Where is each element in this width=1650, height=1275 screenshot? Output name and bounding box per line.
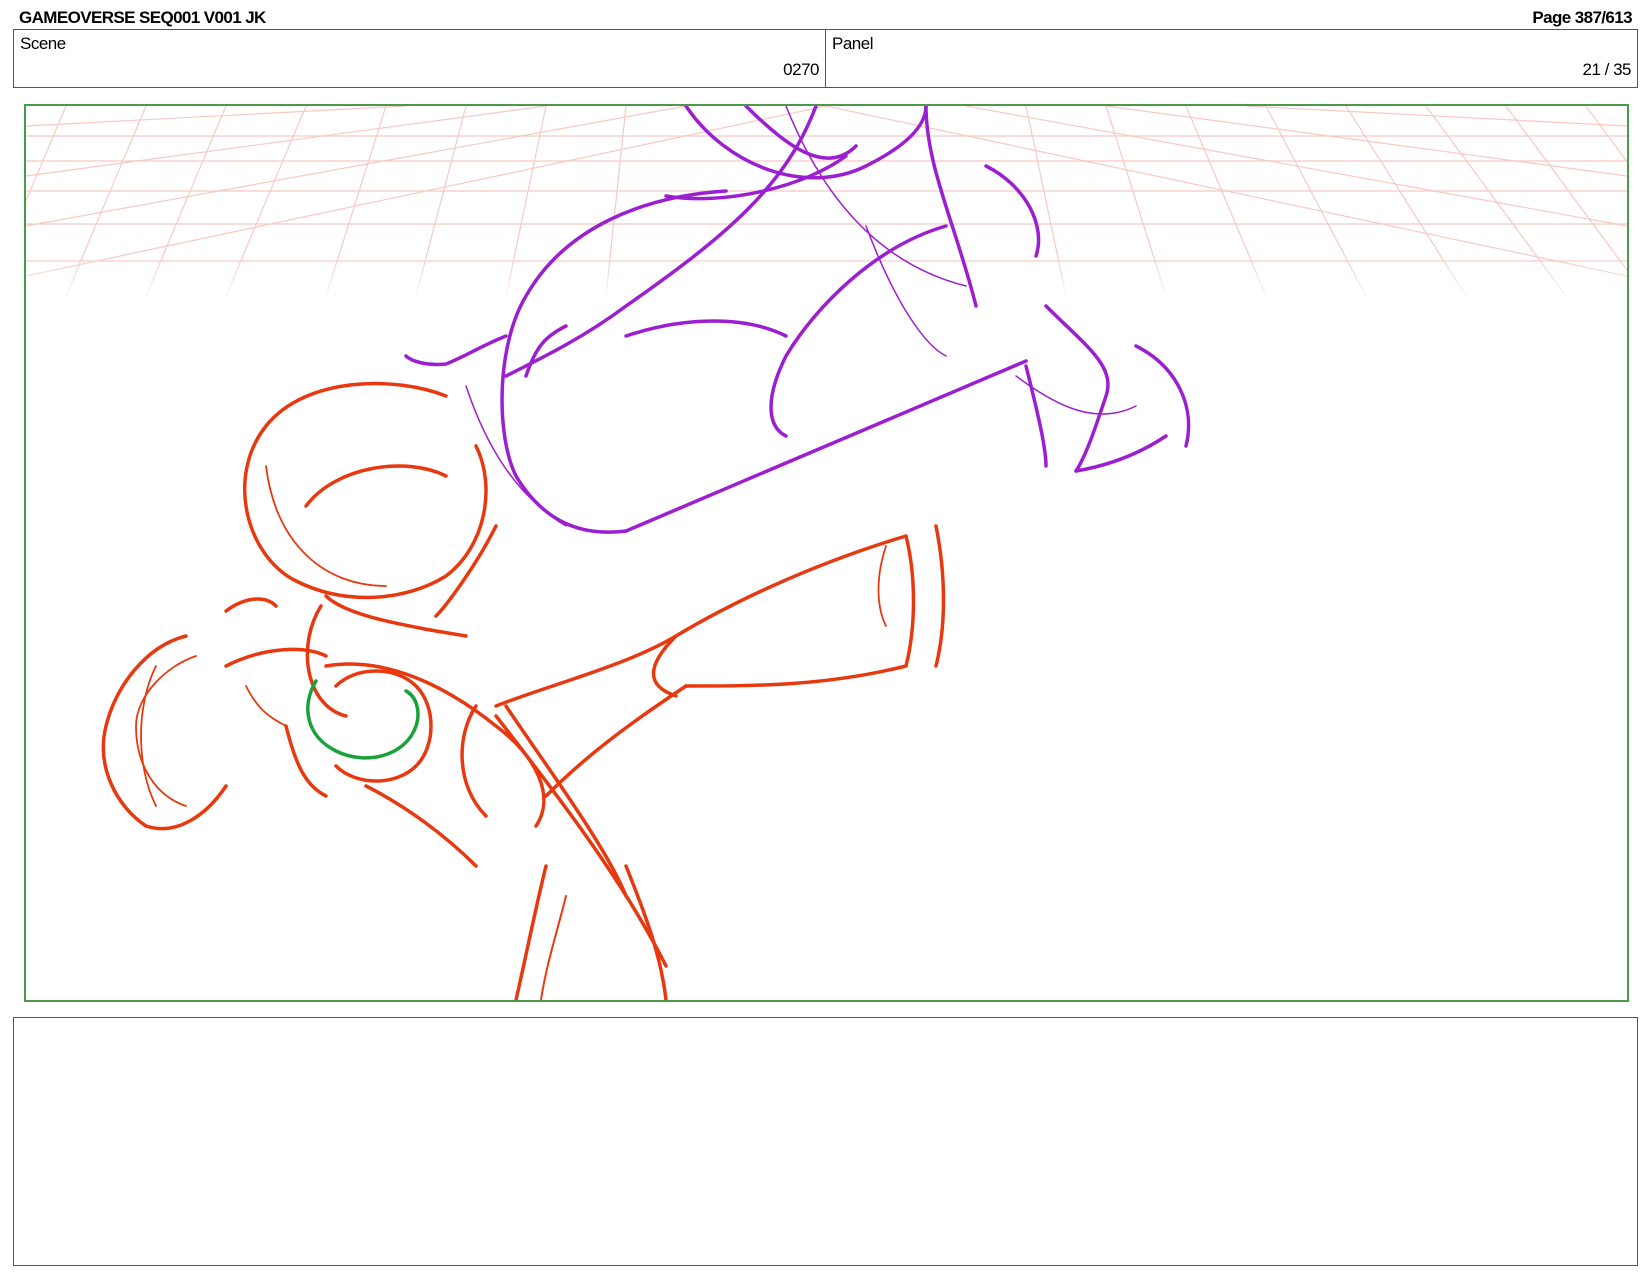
red-character-sketch	[101, 381, 946, 1000]
panel-label: Panel	[832, 34, 873, 53]
panel-value: 21 / 35	[1582, 60, 1632, 79]
scene-cell: Scene 0270	[14, 30, 825, 87]
page-number: Page 387/613	[1532, 8, 1632, 27]
storyboard-frame	[24, 104, 1629, 1002]
scene-value: 0270	[783, 60, 819, 79]
scene-panel-info: Scene 0270 Panel 21 / 35	[13, 29, 1638, 88]
panel-cell: Panel 21 / 35	[825, 30, 1637, 87]
document-title: GAMEOVERSE SEQ001 V001 JK	[19, 8, 266, 27]
page-header: GAMEOVERSE SEQ001 V001 JK Page 387/613	[19, 6, 1633, 28]
scene-label: Scene	[20, 34, 66, 53]
notes-box	[13, 1017, 1638, 1266]
sketch-drawing	[26, 106, 1627, 1000]
green-eye-sketch	[306, 679, 420, 760]
